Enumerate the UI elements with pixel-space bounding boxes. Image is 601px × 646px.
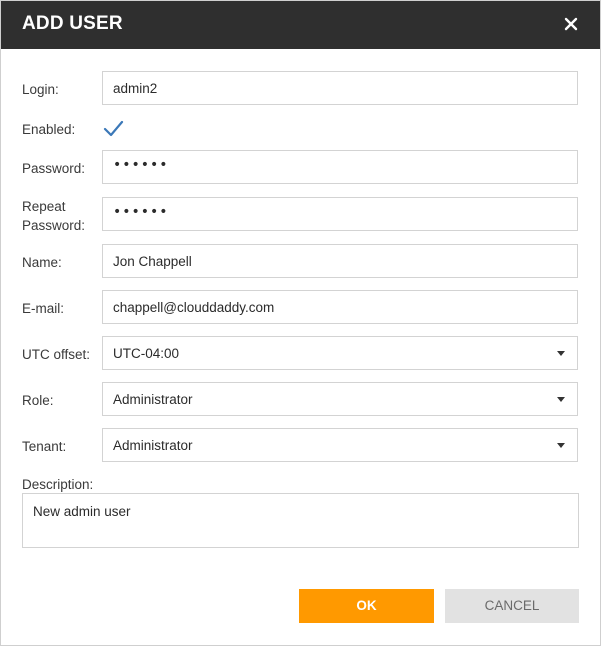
login-label: Login: [22, 82, 59, 97]
description-textarea[interactable]: New admin user [22, 493, 579, 548]
email-label: E-mail: [22, 301, 65, 316]
password-masked-value: •••••• [113, 157, 169, 173]
utc-offset-value: UTC-04:00 [113, 346, 180, 361]
role-select[interactable]: Administrator [102, 382, 578, 416]
utc-offset-label: UTC offset: [22, 347, 91, 362]
role-value: Administrator [113, 392, 193, 407]
password-label: Password: [22, 161, 86, 176]
description-value: New admin user [33, 504, 131, 519]
name-value: Jon Chappell [113, 254, 192, 269]
chevron-down-icon [557, 351, 565, 356]
repeat-password-label-line1: Repeat [22, 199, 66, 214]
repeat-password-input[interactable]: •••••• [102, 197, 578, 231]
chevron-down-icon [557, 443, 565, 448]
tenant-label: Tenant: [22, 439, 67, 454]
enabled-label: Enabled: [22, 122, 76, 137]
utc-offset-select[interactable]: UTC-04:00 [102, 336, 578, 370]
email-value: chappell@clouddaddy.com [113, 300, 275, 315]
login-input[interactable]: admin2 [102, 71, 578, 105]
role-label: Role: [22, 393, 54, 408]
name-label: Name: [22, 255, 62, 270]
login-value: admin2 [113, 81, 158, 96]
enabled-checkbox[interactable] [102, 118, 124, 140]
password-input[interactable]: •••••• [102, 150, 578, 184]
repeat-password-label-line2: Password: [22, 218, 86, 233]
repeat-password-masked-value: •••••• [113, 204, 169, 220]
name-input[interactable]: Jon Chappell [102, 244, 578, 278]
add-user-dialog: ADD USER Login: admin2 Enabled: Password… [0, 0, 601, 646]
tenant-value: Administrator [113, 438, 193, 453]
tenant-select[interactable]: Administrator [102, 428, 578, 462]
description-label: Description: [22, 477, 94, 492]
close-icon[interactable] [560, 13, 582, 35]
dialog-title: ADD USER [22, 13, 123, 34]
ok-button[interactable]: OK [299, 589, 434, 623]
cancel-button[interactable]: CANCEL [445, 589, 579, 623]
checkmark-icon [103, 120, 124, 137]
email-input[interactable]: chappell@clouddaddy.com [102, 290, 578, 324]
dialog-titlebar: ADD USER [1, 1, 600, 49]
chevron-down-icon [557, 397, 565, 402]
